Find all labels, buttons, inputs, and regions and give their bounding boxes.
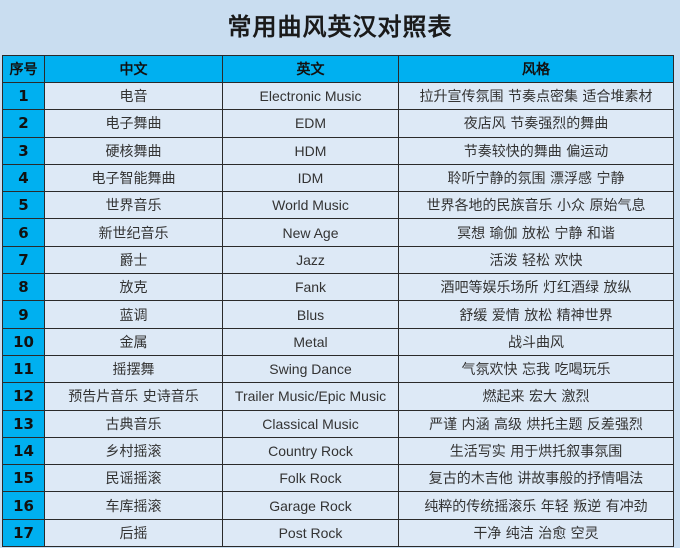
table-row: 7 爵士 Jazz 活泼 轻松 欢快 <box>2 245 674 275</box>
table-row: 6 新世纪音乐 New Age 冥想 瑜伽 放松 宁静 和谐 <box>2 218 674 247</box>
cell-index: 11 <box>2 354 45 384</box>
cell-english: Blus <box>222 300 399 329</box>
cell-style: 严谨 内涵 高级 烘托主题 反差强烈 <box>398 409 674 438</box>
table-title: 常用曲风英汉对照表 <box>227 13 453 41</box>
table-row: 4 电子智能舞曲 IDM 聆听宁静的氛围 漂浮感 宁静 <box>2 163 674 193</box>
cell-english: Trailer Music/Epic Music <box>222 382 399 411</box>
cell-style: 冥想 瑜伽 放松 宁静 和谐 <box>398 218 674 247</box>
cell-chinese: 硬核舞曲 <box>44 136 223 165</box>
table-row: 8 放克 Fank 酒吧等娱乐场所 灯红酒绿 放纵 <box>2 273 674 302</box>
cell-index: 13 <box>2 409 45 438</box>
table-row: 10 金属 Metal 战斗曲风 <box>2 327 674 356</box>
cell-index: 14 <box>2 436 45 466</box>
cell-style: 聆听宁静的氛围 漂浮感 宁静 <box>398 163 674 193</box>
cell-index: 10 <box>2 327 45 356</box>
cell-english: Country Rock <box>222 436 399 466</box>
cell-english: HDM <box>222 136 399 165</box>
cell-style: 生活写实 用于烘托叙事氛围 <box>398 436 674 466</box>
cell-chinese: 世界音乐 <box>44 191 223 220</box>
cell-index: 3 <box>2 136 45 165</box>
cell-english: World Music <box>222 191 399 220</box>
genre-table: 序号 中文 英文 风格 1 电音 Electronic Music 拉升宣传氛围 节奏… <box>2 55 674 548</box>
cell-style: 拉升宣传氛围 节奏点密集 适合堆素材 <box>398 81 674 111</box>
cell-index: 6 <box>2 218 45 247</box>
cell-style: 燃起来 宏大 激烈 <box>398 382 674 411</box>
header-chinese: 中文 <box>44 55 223 83</box>
cell-chinese: 电音 <box>44 81 223 111</box>
cell-chinese: 摇摆舞 <box>44 354 223 384</box>
cell-index: 2 <box>2 109 45 138</box>
cell-style: 酒吧等娱乐场所 灯红酒绿 放纵 <box>398 273 674 302</box>
table-row: 15 民谣摇滚 Folk Rock 复古的木吉他 讲故事般的抒情唱法 <box>2 464 674 493</box>
cell-index: 4 <box>2 163 45 193</box>
cell-style: 世界各地的民族音乐 小众 原始气息 <box>398 191 674 220</box>
table-row: 12 预告片音乐 史诗音乐 Trailer Music/Epic Music 燃起来 … <box>2 382 674 411</box>
cell-index: 9 <box>2 300 45 329</box>
cell-index: 15 <box>2 464 45 493</box>
cell-english: IDM <box>222 163 399 193</box>
cell-chinese: 乡村摇滚 <box>44 436 223 466</box>
cell-chinese: 古典音乐 <box>44 409 223 438</box>
table-row: 9 蓝调 Blus 舒缓 爱情 放松 精神世界 <box>2 300 674 329</box>
cell-english: Post Rock <box>222 518 399 548</box>
cell-english: Garage Rock <box>222 491 399 520</box>
cell-index: 17 <box>2 518 45 548</box>
table-row: 1 电音 Electronic Music 拉升宣传氛围 节奏点密集 适合堆素材 <box>2 81 674 111</box>
cell-english: Classical Music <box>222 409 399 438</box>
table-row: 5 世界音乐 World Music 世界各地的民族音乐 小众 原始气息 <box>2 191 674 220</box>
cell-style: 舒缓 爱情 放松 精神世界 <box>398 300 674 329</box>
cell-chinese: 放克 <box>44 273 223 302</box>
cell-chinese: 电子舞曲 <box>44 109 223 138</box>
cell-style: 干净 纯洁 治愈 空灵 <box>398 518 674 548</box>
cell-index: 7 <box>2 245 45 275</box>
table-row: 3 硬核舞曲 HDM 节奏较快的舞曲 偏运动 <box>2 136 674 165</box>
cell-chinese: 预告片音乐 史诗音乐 <box>44 382 223 411</box>
cell-style: 纯粹的传统摇滚乐 年轻 叛逆 有冲劲 <box>398 491 674 520</box>
cell-index: 5 <box>2 191 45 220</box>
cell-chinese: 车库摇滚 <box>44 491 223 520</box>
cell-chinese: 电子智能舞曲 <box>44 163 223 193</box>
header-index: 序号 <box>2 55 45 83</box>
header-row: 序号 中文 英文 风格 <box>2 55 674 83</box>
table-row: 16 车库摇滚 Garage Rock 纯粹的传统摇滚乐 年轻 叛逆 有冲劲 <box>2 491 674 520</box>
cell-chinese: 新世纪音乐 <box>44 218 223 247</box>
table-row: 13 古典音乐 Classical Music 严谨 内涵 高级 烘托主题 反差强烈 <box>2 409 674 438</box>
header-english: 英文 <box>222 55 399 83</box>
table-row: 17 后摇 Post Rock 干净 纯洁 治愈 空灵 <box>2 518 674 548</box>
table-row: 2 电子舞曲 EDM 夜店风 节奏强烈的舞曲 <box>2 109 674 138</box>
cell-style: 气氛欢快 忘我 吃喝玩乐 <box>398 354 674 384</box>
cell-index: 1 <box>2 81 45 111</box>
cell-english: Electronic Music <box>222 81 399 111</box>
cell-index: 8 <box>2 273 45 302</box>
cell-style: 活泼 轻松 欢快 <box>398 245 674 275</box>
cell-style: 夜店风 节奏强烈的舞曲 <box>398 109 674 138</box>
cell-chinese: 民谣摇滚 <box>44 464 223 493</box>
cell-style: 战斗曲风 <box>398 327 674 356</box>
cell-style: 节奏较快的舞曲 偏运动 <box>398 136 674 165</box>
cell-chinese: 后摇 <box>44 518 223 548</box>
cell-english: Folk Rock <box>222 464 399 493</box>
cell-english: EDM <box>222 109 399 138</box>
cell-style: 复古的木吉他 讲故事般的抒情唱法 <box>398 464 674 493</box>
cell-english: New Age <box>222 218 399 247</box>
cell-english: Fank <box>222 273 399 302</box>
header-style: 风格 <box>398 55 674 83</box>
table-row: 11 摇摆舞 Swing Dance 气氛欢快 忘我 吃喝玩乐 <box>2 354 674 384</box>
cell-chinese: 金属 <box>44 327 223 356</box>
cell-english: Jazz <box>222 245 399 275</box>
cell-index: 12 <box>2 382 45 411</box>
cell-chinese: 蓝调 <box>44 300 223 329</box>
cell-index: 16 <box>2 491 45 520</box>
cell-english: Metal <box>222 327 399 356</box>
table-row: 14 乡村摇滚 Country Rock 生活写实 用于烘托叙事氛围 <box>2 436 674 466</box>
cell-chinese: 爵士 <box>44 245 223 275</box>
cell-english: Swing Dance <box>222 354 399 384</box>
